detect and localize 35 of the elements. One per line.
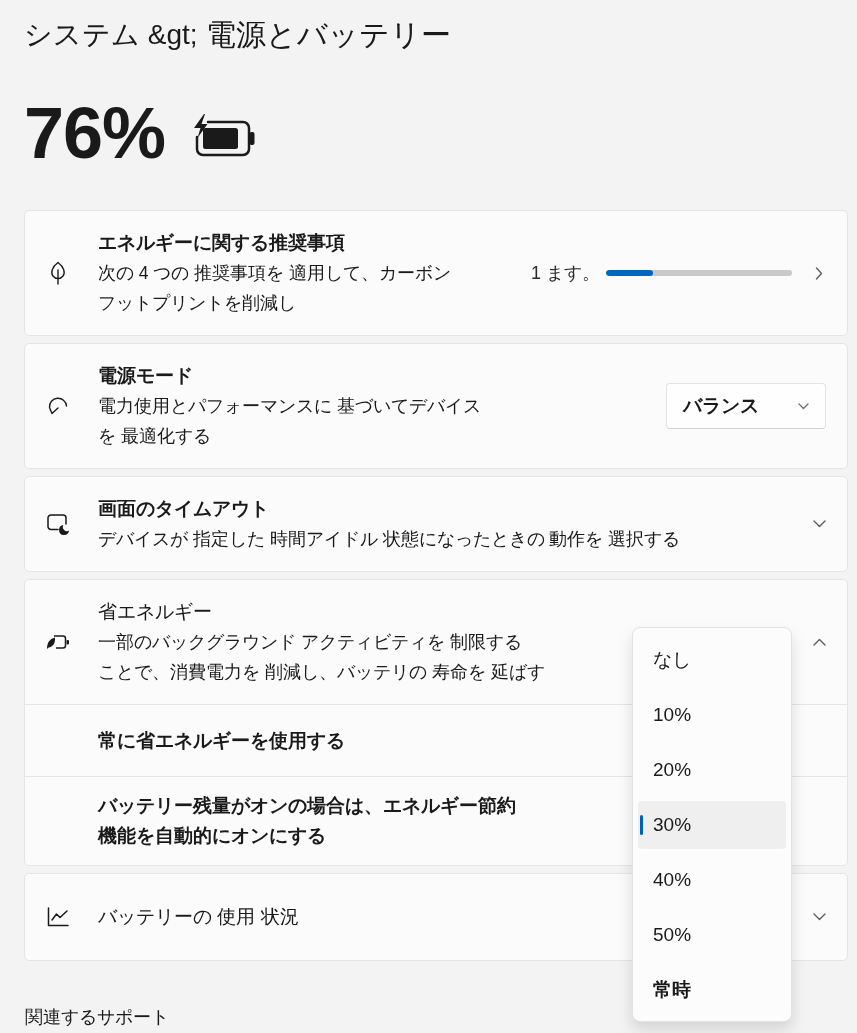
leaf-icon xyxy=(49,261,67,285)
menu-option[interactable]: 20% xyxy=(638,745,786,794)
page-title: 電源とバッテリー xyxy=(205,17,451,53)
setting-label: バッテリー残量がオンの場合は、エネルギー節約 機能を自動的にオンにする xyxy=(98,794,516,848)
gauge-icon xyxy=(47,397,69,415)
menu-option[interactable]: 常時 xyxy=(638,965,786,1014)
card-description: 次の 4 つの 推奨事項を 適用して、カーボン フットプリントを削減し xyxy=(98,262,452,315)
menu-option[interactable]: 30% xyxy=(638,800,786,849)
chevron-down-icon[interactable] xyxy=(812,520,826,528)
line-chart-icon xyxy=(47,907,69,927)
screen-moon-icon xyxy=(46,513,70,535)
card-description: 一部のバックグラウンド アクティビティを 制限する ことで、消費電力を 削減し、バッテリの 寿命を 延ばす xyxy=(98,631,545,684)
card-title: エネルギーに関する推奨事項 xyxy=(98,231,345,255)
card-title: バッテリーの 使用 状況 xyxy=(98,905,299,929)
card-title: 電源モード xyxy=(98,364,193,388)
menu-option[interactable]: 50% xyxy=(638,910,786,959)
battery-percentage: 76% xyxy=(24,93,166,173)
power-mode-dropdown[interactable]: バランス xyxy=(666,383,826,429)
card-description: 電力使用とパフォーマンスに 基づいてデバイス を 最適化する xyxy=(98,395,481,448)
card-description: デバイスが 指定した 時間アイドル 状態になったときの 動作を 選択する xyxy=(98,528,681,551)
chevron-right-icon xyxy=(815,266,823,280)
card-title: 画面のタイムアウト xyxy=(98,497,269,521)
menu-option[interactable]: 40% xyxy=(638,855,786,904)
card-title: 省エネルギー xyxy=(98,600,212,624)
breadcrumb-parent[interactable]: システム &gt; xyxy=(24,15,198,55)
menu-option[interactable]: なし xyxy=(638,635,786,684)
setting-label: 常に省エネルギーを使用する xyxy=(98,728,345,753)
chevron-up-icon[interactable] xyxy=(812,638,826,646)
selection-bar-icon xyxy=(640,814,643,835)
battery-leaf-icon xyxy=(46,634,70,650)
section-heading: 関連するサポート xyxy=(25,1006,169,1029)
chevron-down-icon xyxy=(798,402,809,410)
chevron-down-icon[interactable] xyxy=(812,913,826,921)
menu-option[interactable]: 10% xyxy=(638,690,786,739)
progress-text: 1 ます。 xyxy=(531,262,600,285)
